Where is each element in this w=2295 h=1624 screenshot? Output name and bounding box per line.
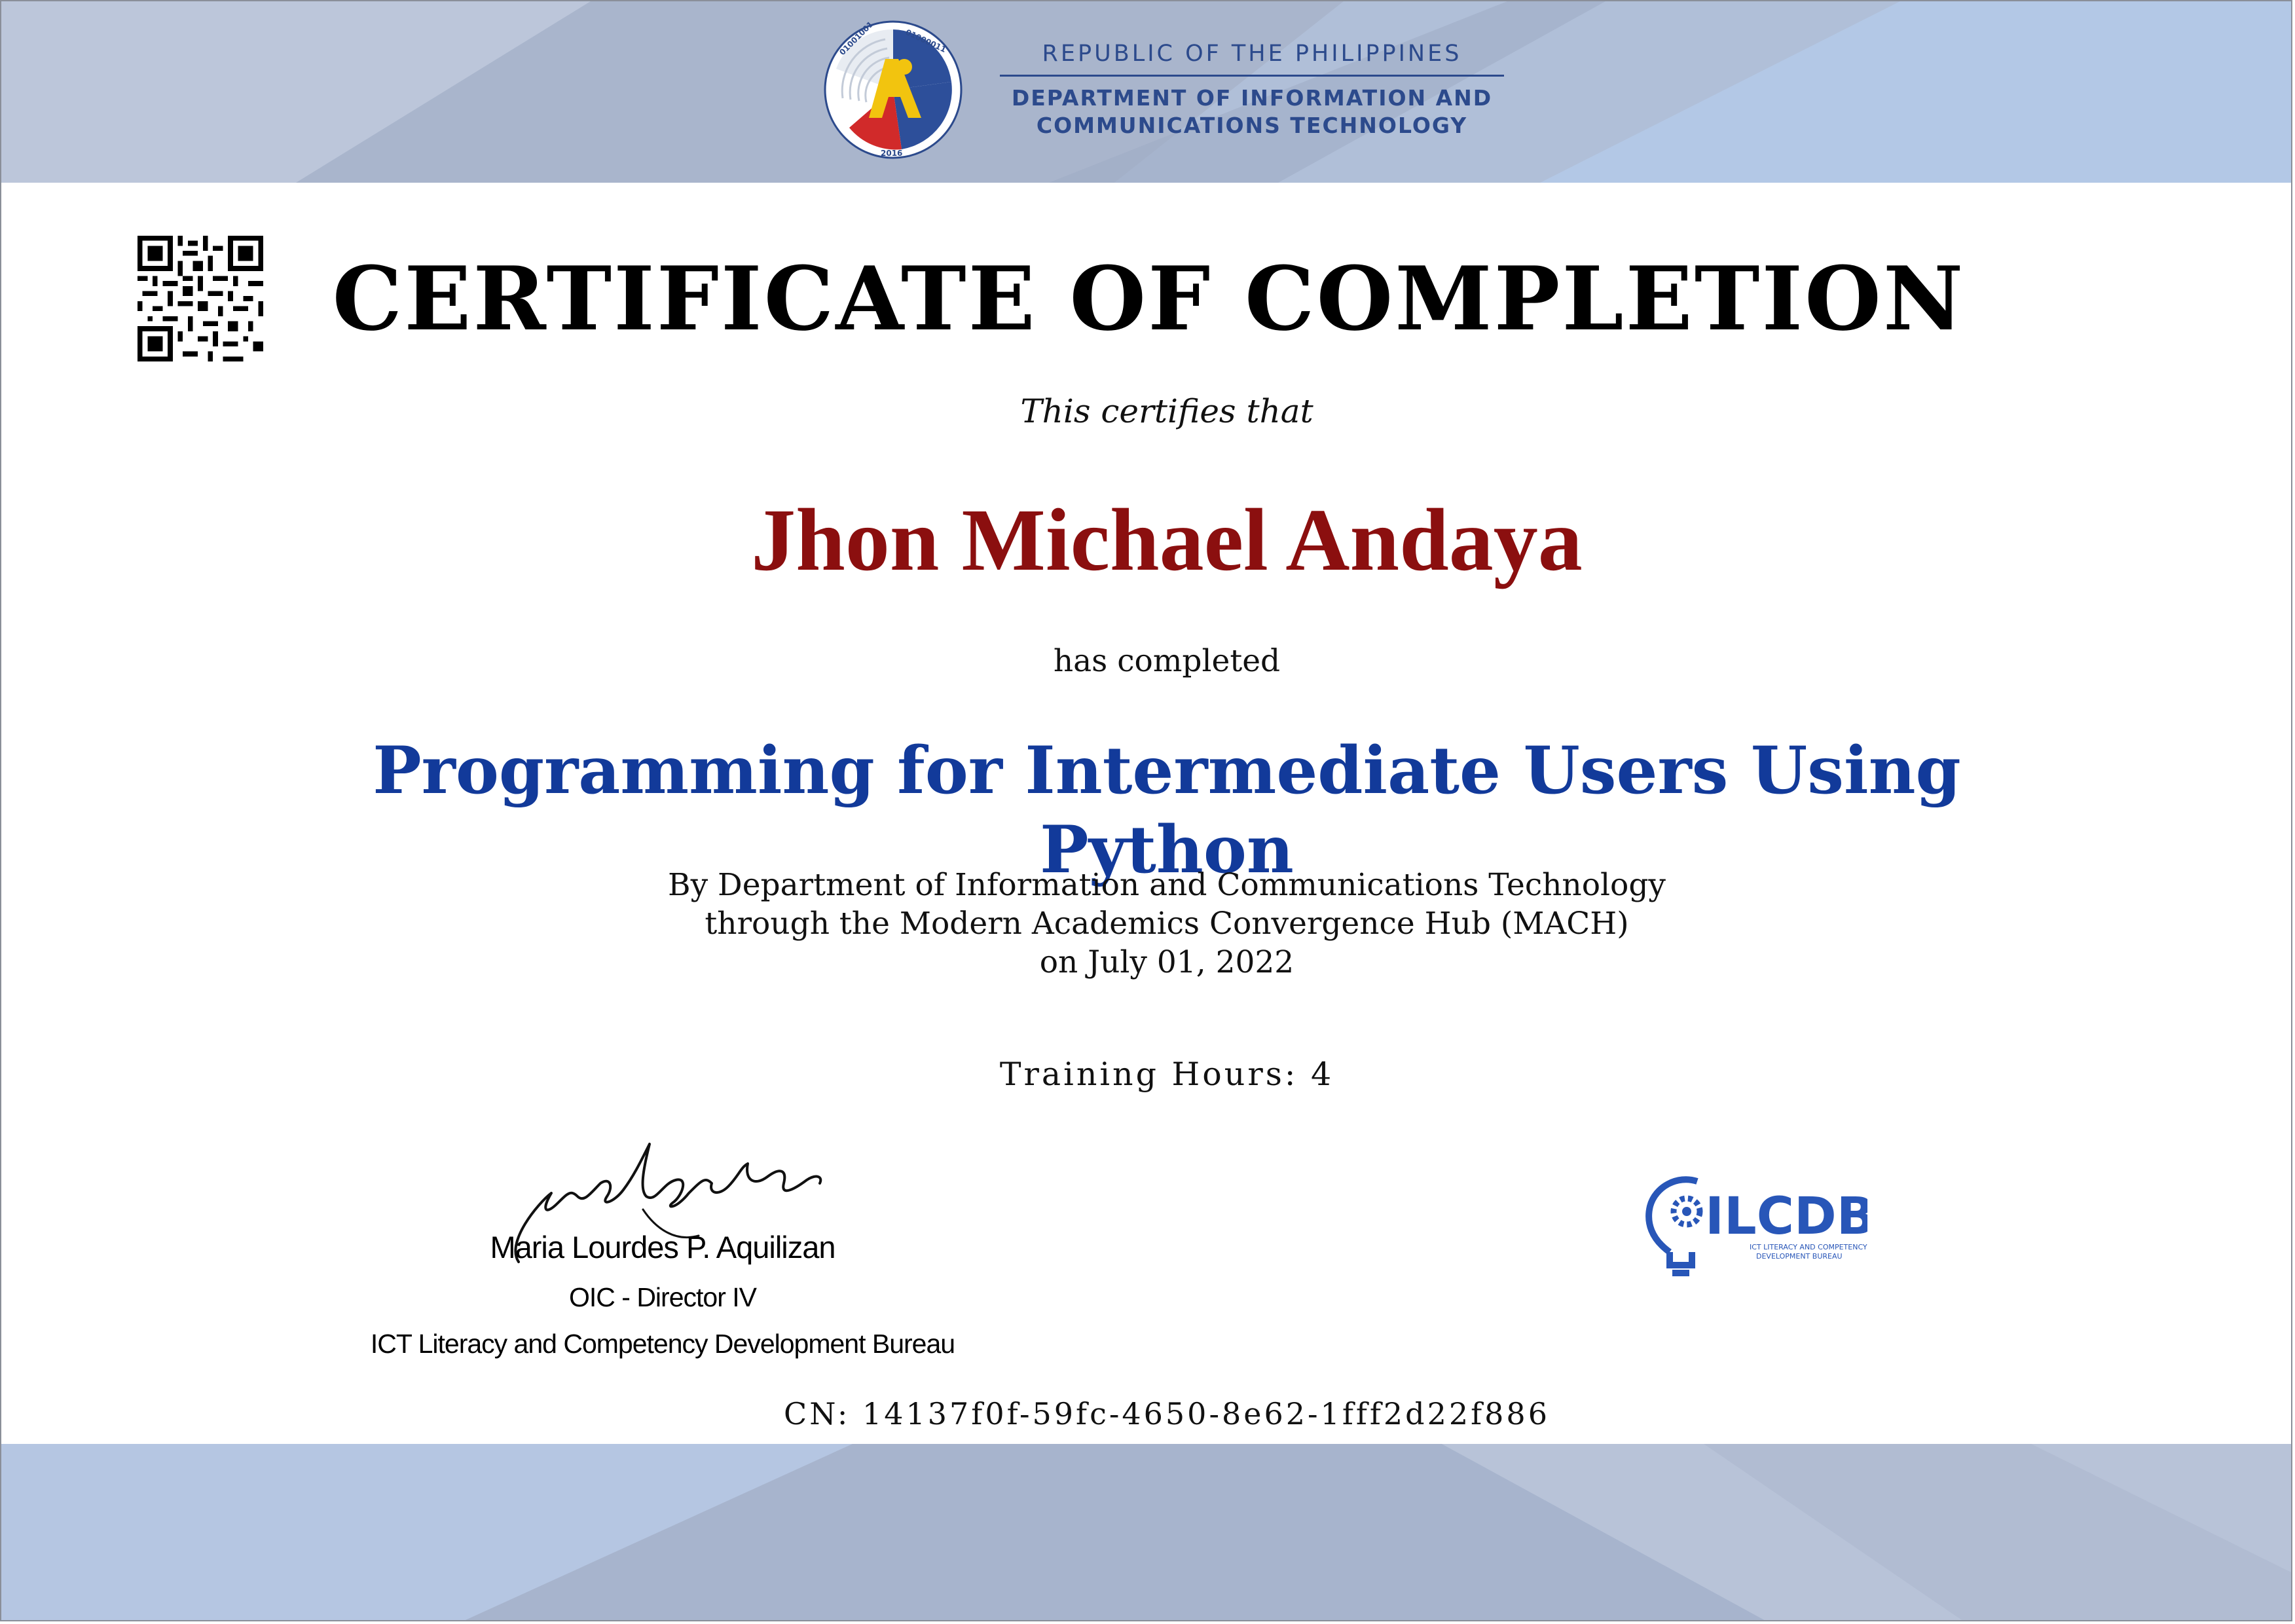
signatory-block: Maria Lourdes P. Aquilizan OIC - Directo… [250,1229,1075,1359]
ilcdb-subtitle-2: DEVELOPMENT BUREAU [1756,1252,1843,1261]
certificate-page: 01001001 01000011 2016 REPUBLIC OF THE P… [0,0,2292,1621]
signatory-office: ICT Literacy and Competency Development … [370,1329,955,1359]
signatory-name: Maria Lourdes P. Aquilizan [490,1230,835,1264]
issuer-line-1: By Department of Information and Communi… [668,867,1666,903]
svg-text:2016: 2016 [881,149,902,158]
dict-seal-logo: 01001001 01000011 2016 [824,20,963,159]
completed-label: has completed [1053,643,1281,679]
agency-wordmark: REPUBLIC OF THE PHILIPPINES DEPARTMENT O… [1000,41,1504,139]
certifies-label: This certifies that [1020,392,1313,430]
issuer-statement: By Department of Information and Communi… [1,866,2291,982]
completion-date: on July 01, 2022 [1039,944,1294,980]
department-line-1: DEPARTMENT OF INFORMATION AND [1011,85,1493,111]
footer-band [1,1444,2291,1620]
signatory-role: OIC - Director IV [569,1282,757,1312]
training-hours: Training Hours: 4 [999,1056,1334,1093]
certificate-number: CN: 14137f0f-59fc-4650-8e62-1fff2d22f886 [784,1396,1550,1431]
footer-band-pattern [1,1444,2291,1620]
recipient-name: Jhon Michael Andaya [751,491,1583,589]
republic-label: REPUBLIC OF THE PHILIPPINES [1000,41,1504,77]
ilcdb-acronym: ILCDB [1705,1187,1867,1246]
certificate-title: CERTIFICATE OF COMPLETION [332,247,1966,350]
issuer-line-2: through the Modern Academics Convergence… [705,906,1629,942]
ilcdb-subtitle-1: ICT LITERACY AND COMPETENCY [1750,1243,1867,1251]
department-line-2: COMMUNICATIONS TECHNOLOGY [1036,113,1468,138]
ilcdb-logo: ILCDB ICT LITERACY AND COMPETENCY DEVELO… [1645,1176,1867,1276]
